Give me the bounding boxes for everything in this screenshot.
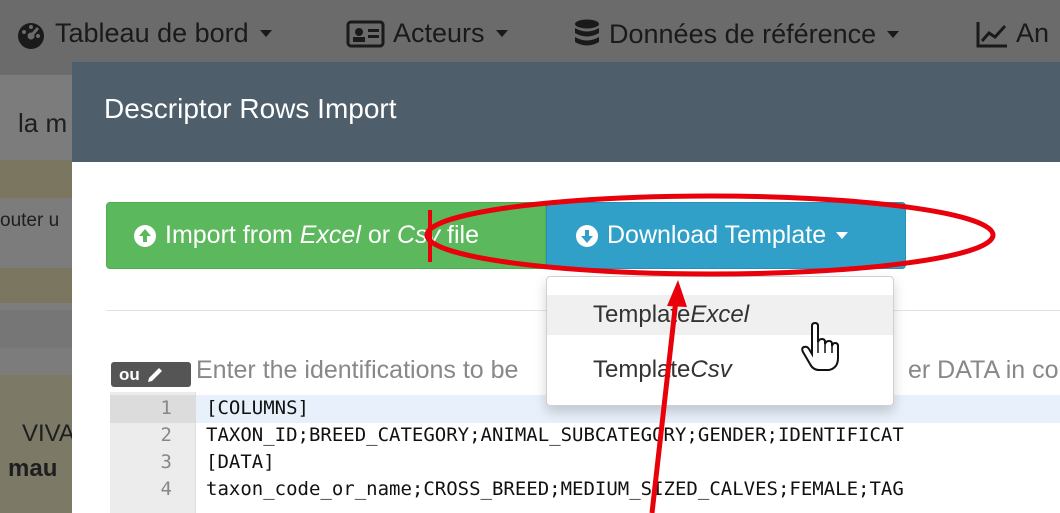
circle-arrow-down-icon	[576, 224, 598, 247]
code-line: [COLUMNS]	[206, 397, 309, 419]
bg-band	[0, 268, 80, 303]
bg-text: outer u	[0, 210, 60, 231]
line-number: 1	[160, 397, 172, 419]
help-text-tail: er DATA in co	[908, 356, 1059, 384]
chevron-down-icon	[495, 30, 508, 37]
import-file-button[interactable]: Import from Excel or Csv file	[106, 202, 546, 269]
bg-band	[0, 160, 80, 198]
modal-title: Descriptor Rows Import	[104, 93, 397, 124]
menu-item-template-excel[interactable]: Template Excel	[547, 295, 893, 335]
menu-item-prefix: Template	[593, 301, 691, 328]
nav-item-analytics[interactable]: An	[975, 18, 1049, 49]
badge-label: ou	[119, 364, 140, 384]
menu-item-prefix: Template	[593, 356, 691, 383]
download-button-label: Download Template	[607, 221, 827, 249]
help-text: Enter the identifications to be	[196, 356, 519, 384]
template-dropdown-menu: Template Excel Template Csv	[546, 276, 894, 406]
nav-label-dashboard: Tableau de bord	[55, 18, 249, 48]
nav-item-dashboard[interactable]: Tableau de bord	[14, 18, 272, 49]
code-line: [DATA]	[206, 451, 275, 473]
line-chart-icon	[976, 21, 1007, 47]
nav-label-analytics: An	[1016, 18, 1050, 48]
menu-item-format: Excel	[690, 301, 750, 328]
menu-item-format: Csv	[690, 356, 732, 383]
chevron-down-icon	[887, 30, 900, 38]
nav-label-reference-data: Données de référence	[609, 18, 877, 49]
modal-header: Descriptor Rows Import	[72, 62, 1060, 162]
bg-text: la m	[18, 108, 68, 138]
menu-item-template-csv[interactable]: Template Csv	[547, 350, 893, 390]
code-line: TAXON_ID;BREED_CATEGORY;ANIMAL_SUBCATEGO…	[206, 424, 904, 446]
chevron-down-icon	[836, 232, 849, 239]
code-line: taxon_code_or_name;CROSS_BREED;MEDIUM_SI…	[206, 478, 904, 500]
nav-item-reference-data[interactable]: Données de référence	[572, 18, 900, 50]
line-number: 2	[160, 424, 172, 446]
bg-text: mau	[8, 455, 58, 482]
nav-label-actors: Acteurs	[393, 18, 485, 48]
id-card-icon	[346, 20, 385, 47]
import-button-label: Import from Excel or Csv file	[165, 221, 479, 249]
pencil-icon	[147, 367, 162, 382]
chevron-down-icon	[259, 30, 272, 37]
circle-arrow-up-icon	[134, 224, 156, 247]
line-number: 4	[160, 478, 172, 500]
import-modal: Descriptor Rows Import Import from Excel…	[72, 62, 1060, 513]
ou-badge[interactable]: ou	[111, 362, 191, 387]
bg-text: VIVA	[22, 420, 75, 447]
database-icon	[575, 19, 599, 46]
code-editor[interactable]: 1 2 3 4 [COLUMNS] TAXON_ID;BREED_CATEGOR…	[110, 392, 1060, 513]
bg-band	[0, 310, 80, 348]
line-number: 3	[160, 451, 172, 473]
download-template-button[interactable]: Download Template	[546, 202, 906, 269]
nav-item-actors[interactable]: Acteurs	[346, 18, 508, 49]
hand-pointer-icon	[801, 322, 839, 371]
dashboard-icon	[18, 22, 44, 49]
